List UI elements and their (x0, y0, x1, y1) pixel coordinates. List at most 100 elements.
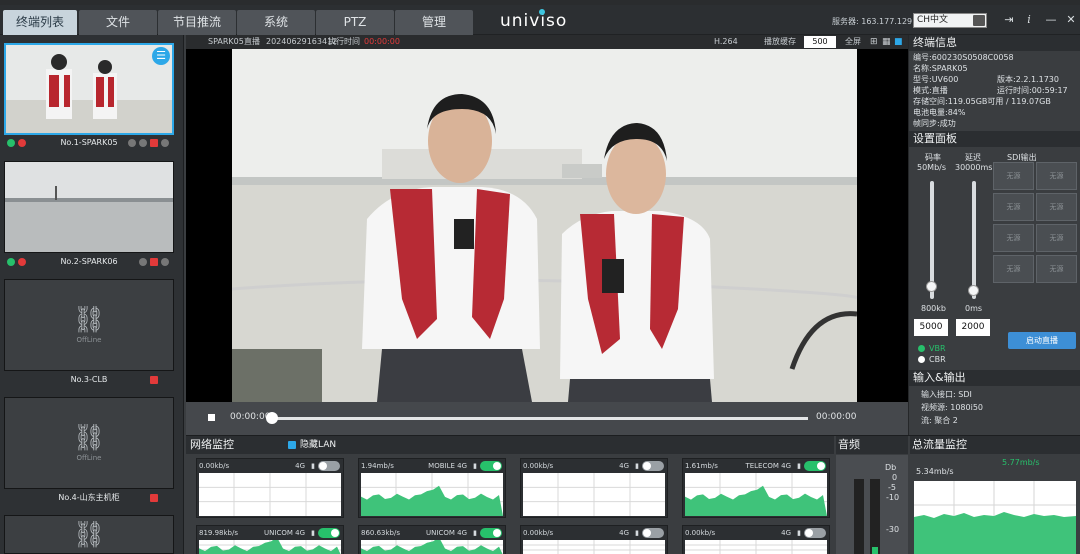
toggle-knob (817, 462, 825, 470)
total-traffic-header: 总流量监控 (910, 436, 1080, 454)
language-select[interactable]: CH中文 (913, 13, 987, 28)
lock-icon: ▮ (311, 462, 315, 470)
info-icon[interactable]: i (1022, 13, 1036, 27)
sdi-cell-7[interactable]: 无源 (993, 255, 1034, 283)
video-codec: H.264 (714, 37, 738, 46)
offline-label: OffLine (76, 454, 102, 462)
tab-management[interactable]: 管理 (395, 10, 473, 35)
io-format-label: 视频源: (921, 403, 948, 412)
language-value: CH中文 (917, 15, 949, 25)
brand-logo: univiso (500, 9, 590, 33)
info-runtime: 运行时间:00:59:17 (997, 85, 1068, 96)
delay-slider[interactable] (972, 181, 976, 299)
device-preview-1 (6, 45, 172, 133)
lan-checkbox[interactable] (288, 441, 296, 449)
network-title: 网络监控 (190, 438, 234, 451)
info-storage-value: 119.05GB可用 / 119.07GB (947, 97, 1051, 106)
audio-meter-right (870, 479, 880, 554)
info-storage: 存储空间:119.05GB可用 / 119.07GB (913, 96, 1051, 107)
stop-icon[interactable] (208, 414, 215, 421)
right-panel: 终端信息 编号:600230S0508C0058 名称:SPARK05 型号:U… (908, 35, 1080, 435)
io-input: 输入接口: SDI (921, 389, 972, 400)
lock-icon: ▮ (473, 529, 477, 537)
total-peak: 5.77mb/s (1002, 458, 1040, 467)
audio-tick-0: 0 (892, 473, 898, 482)
live-video[interactable] (232, 49, 857, 402)
net2-plot (361, 540, 503, 554)
network-toggle[interactable] (318, 528, 340, 538)
sdi-cell-2[interactable]: 无源 (1036, 162, 1077, 190)
network-toggle[interactable] (642, 461, 664, 471)
audio-panel: Db 0 -5 -10 -30 (836, 455, 908, 554)
vbr-radio[interactable] (918, 345, 925, 352)
net-rate: 0.00kb/s (199, 462, 230, 470)
net-card-3: 0.00kb/s 4G ▮ (520, 458, 668, 518)
network-toggle[interactable] (480, 461, 502, 471)
network-toggle[interactable] (642, 528, 664, 538)
device-thumb-2[interactable] (4, 161, 174, 253)
close-icon[interactable]: ✕ (1064, 13, 1078, 27)
net-card-2: 1.94mb/s MOBILE 4G ▮ (358, 458, 506, 518)
sdi-cell-4[interactable]: 无源 (1036, 193, 1077, 221)
grid-icon[interactable]: ⊞ (870, 35, 878, 49)
device-preview-2 (5, 162, 173, 252)
audio-tick-10: -10 (886, 493, 900, 502)
buffer-label: 播放缓存 (764, 37, 796, 46)
delay-input[interactable]: 2000 (956, 319, 990, 336)
grid4-icon[interactable]: ▦ (882, 35, 891, 49)
start-live-button[interactable]: 启动直播 (1008, 332, 1076, 349)
delay-slider-knob[interactable] (968, 284, 979, 296)
device-thumb-5[interactable]: ⛓ (4, 515, 174, 554)
play-start-time: 00:00:00 (230, 412, 271, 422)
tab-program-push[interactable]: 节目推流 (158, 10, 236, 35)
bitrate-slider-knob[interactable] (926, 281, 937, 293)
buffer-input[interactable]: 500 (804, 36, 836, 48)
menu-icon[interactable]: ☰ (152, 47, 170, 65)
sdi-cell-8[interactable]: 无源 (1036, 255, 1077, 283)
net2-plot (685, 540, 827, 554)
bottom-panel: 网络监控 隐藏LAN 0.00kb/s 4G ▮ 1.94mb/s MOBILE 4G ▮… (186, 435, 1080, 554)
device-thumb-3[interactable]: ⛓ OffLine (4, 279, 174, 371)
toggle-knob (319, 462, 327, 470)
status-icon-b (161, 258, 169, 266)
bitrate-min: 800kb (921, 304, 946, 313)
network-toggle[interactable] (804, 461, 826, 471)
sdi-cell-6[interactable]: 无源 (1036, 224, 1077, 252)
minimize-icon[interactable]: — (1044, 13, 1058, 27)
tab-files[interactable]: 文件 (79, 10, 157, 35)
tab-ptz[interactable]: PTZ (316, 10, 394, 35)
bitrate-input[interactable]: 5000 (914, 319, 948, 336)
network-toggle[interactable] (318, 461, 340, 471)
device-thumb-4[interactable]: ⛓ OffLine (4, 397, 174, 489)
layout-icon[interactable]: ■ (894, 35, 903, 49)
info-sync-label: 帧同步: (913, 119, 940, 128)
io-input-label: 输入接口: (921, 390, 956, 399)
device-thumb-1[interactable]: ☰ (4, 43, 174, 135)
sdi-cell-1[interactable]: 无源 (993, 162, 1034, 190)
sdi-cell-3[interactable]: 无源 (993, 193, 1034, 221)
network-toggle[interactable] (480, 528, 502, 538)
network-toggle[interactable] (804, 528, 826, 538)
sdi-cell-5[interactable]: 无源 (993, 224, 1034, 252)
lock-icon: ▮ (797, 462, 801, 470)
video-area (186, 49, 908, 402)
info-model-value: UV600 (931, 75, 959, 84)
lock-icon: ▮ (635, 462, 639, 470)
cbr-radio[interactable] (918, 356, 925, 363)
tab-terminal-list[interactable]: 终端列表 (3, 10, 77, 35)
device-row-2: No.2-SPARK06 (4, 255, 174, 269)
delay-max: 30000ms (955, 163, 993, 172)
tab-system[interactable]: 系统 (237, 10, 315, 35)
logout-icon[interactable]: ⇥ (1002, 13, 1016, 27)
record-icon (18, 258, 26, 266)
fullscreen-label[interactable]: 全屏 (845, 35, 861, 49)
info-battery-label: 电池电量: (913, 108, 948, 117)
audio-title: 音频 (838, 438, 860, 451)
audio-db-label: Db (885, 463, 897, 472)
seek-handle[interactable] (266, 412, 278, 424)
seek-track[interactable] (272, 417, 808, 420)
video-frame (232, 49, 857, 402)
chevron-down-icon (973, 15, 985, 26)
bitrate-max: 50Mb/s (917, 163, 947, 172)
net-rate: 1.61mb/s (685, 462, 718, 470)
